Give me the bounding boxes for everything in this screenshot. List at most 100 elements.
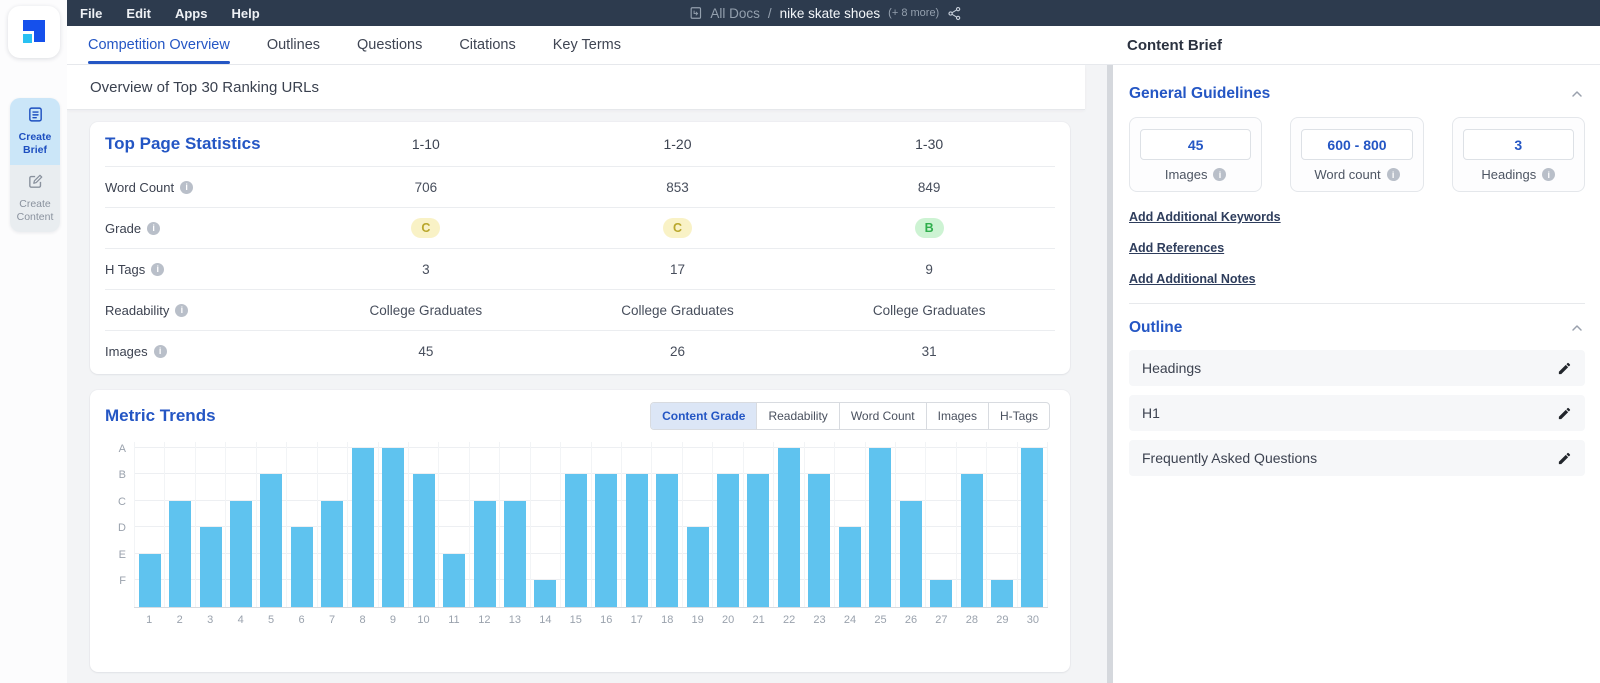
grade-bar-4-c[interactable] (230, 501, 252, 607)
rail-button-create-brief[interactable]: Create Brief (10, 98, 60, 165)
toggle-images[interactable]: Images (926, 403, 988, 429)
info-icon[interactable] (1213, 168, 1226, 181)
app-logo[interactable] (8, 6, 60, 58)
y-tick-e: E (119, 549, 126, 561)
page-title: Overview of Top 30 Ranking URLs (67, 65, 1085, 110)
grade-bar-27-f[interactable] (930, 580, 952, 607)
x-tick-17: 17 (622, 614, 652, 626)
bar-column-28 (957, 442, 987, 607)
guideline-value-word-count[interactable]: 600 - 800 (1301, 129, 1412, 160)
grade-bar-22-a[interactable] (778, 448, 800, 607)
rail-button-create-content[interactable]: Create Content (10, 165, 60, 232)
grade-bar-20-b[interactable] (717, 474, 739, 607)
menu-item-file[interactable]: File (80, 6, 102, 21)
toggle-readability[interactable]: Readability (756, 403, 838, 429)
x-tick-22: 22 (774, 614, 804, 626)
bar-column-11 (439, 442, 469, 607)
stat-label: Word Count (105, 180, 193, 195)
toggle-h-tags[interactable]: H-Tags (988, 403, 1049, 429)
grade-bar-10-b[interactable] (413, 474, 435, 607)
menu-item-edit[interactable]: Edit (126, 6, 151, 21)
tab-citations[interactable]: Citations (459, 26, 515, 64)
grade-bar-30-a[interactable] (1021, 448, 1043, 607)
outline-item-headings[interactable]: Headings (1129, 350, 1585, 386)
outline-item-h1[interactable]: H1 (1129, 395, 1585, 431)
breadcrumb-more-count[interactable]: (+ 8 more) (888, 7, 939, 19)
grade-bar-11-e[interactable] (443, 554, 465, 607)
grade-bar-18-b[interactable] (656, 474, 678, 607)
chevron-up-icon[interactable] (1569, 86, 1585, 102)
tab-questions[interactable]: Questions (357, 26, 422, 64)
grade-bar-7-c[interactable] (321, 501, 343, 607)
guideline-value-headings[interactable]: 3 (1463, 129, 1574, 160)
info-icon[interactable] (151, 263, 164, 276)
general-guidelines-header[interactable]: General Guidelines (1129, 85, 1585, 103)
guideline-card-word-count: 600 - 800Word count (1290, 117, 1423, 192)
link-add-additional-notes[interactable]: Add Additional Notes (1129, 272, 1585, 286)
breadcrumb-current[interactable]: nike skate shoes (780, 6, 881, 21)
stat-value-cell: 3 (300, 248, 552, 289)
outline-header[interactable]: Outline (1129, 319, 1585, 337)
grade-bar-26-c[interactable] (900, 501, 922, 607)
stat-value: 45 (418, 344, 433, 359)
menu-item-help[interactable]: Help (231, 6, 259, 21)
grade-bar-3-d[interactable] (200, 527, 222, 607)
breadcrumb-root[interactable]: All Docs (710, 6, 760, 21)
grade-bar-9-a[interactable] (382, 448, 404, 607)
grade-bar-16-b[interactable] (595, 474, 617, 607)
grade-bar-29-f[interactable] (991, 580, 1013, 607)
stat-value-cell: 31 (803, 330, 1055, 371)
info-icon[interactable] (180, 181, 193, 194)
stat-label: H Tags (105, 262, 164, 277)
grade-bar-5-b[interactable] (260, 474, 282, 607)
grade-bar-23-b[interactable] (808, 474, 830, 607)
share-icon[interactable] (947, 6, 962, 21)
grade-bar-2-c[interactable] (169, 501, 191, 607)
metric-toggle-group: Content GradeReadabilityWord CountImages… (650, 402, 1050, 430)
tab-competition-overview[interactable]: Competition Overview (88, 26, 230, 64)
guideline-value-images[interactable]: 45 (1140, 129, 1251, 160)
chevron-up-icon[interactable] (1569, 320, 1585, 336)
grade-bar-13-c[interactable] (504, 501, 526, 607)
grade-bar-1-e[interactable] (139, 554, 161, 607)
outline-item-frequently-asked-questions[interactable]: Frequently Asked Questions (1129, 440, 1585, 476)
link-add-additional-keywords[interactable]: Add Additional Keywords (1129, 210, 1585, 224)
grade-bar-8-a[interactable] (352, 448, 374, 607)
info-icon[interactable] (154, 345, 167, 358)
edit-pencil-icon[interactable] (1557, 361, 1572, 376)
link-add-references[interactable]: Add References (1129, 241, 1585, 255)
info-icon[interactable] (175, 304, 188, 317)
toggle-word-count[interactable]: Word Count (839, 403, 926, 429)
grade-bar-25-a[interactable] (869, 448, 891, 607)
grade-bar-12-c[interactable] (474, 501, 496, 607)
column-header-label: 1-20 (663, 136, 691, 152)
chart-y-axis: ABCDEF (108, 442, 134, 608)
edit-pencil-icon[interactable] (1557, 406, 1572, 421)
outline-item-label: Frequently Asked Questions (1142, 450, 1317, 466)
info-icon[interactable] (147, 222, 160, 235)
bar-column-12 (470, 442, 500, 607)
grade-bar-24-d[interactable] (839, 527, 861, 607)
x-tick-30: 30 (1018, 614, 1048, 626)
bar-column-3 (196, 442, 226, 607)
column-header-label: 1-30 (915, 136, 943, 152)
tab-key-terms[interactable]: Key Terms (553, 26, 621, 64)
grade-bar-28-b[interactable] (961, 474, 983, 607)
stat-value: 9 (925, 262, 933, 277)
grade-bar-19-d[interactable] (687, 527, 709, 607)
stat-value-cell: 706 (300, 166, 552, 207)
y-tick-a: A (119, 443, 126, 455)
toggle-content-grade[interactable]: Content Grade (651, 403, 756, 429)
menu-item-apps[interactable]: Apps (175, 6, 208, 21)
info-icon[interactable] (1542, 168, 1555, 181)
info-icon[interactable] (1387, 168, 1400, 181)
grade-bar-15-b[interactable] (565, 474, 587, 607)
grade-bar-14-f[interactable] (534, 580, 556, 607)
edit-pencil-icon[interactable] (1557, 451, 1572, 466)
x-tick-2: 2 (164, 614, 194, 626)
content-brief-panel: Content Brief General Guidelines 45Image… (1107, 26, 1600, 683)
grade-bar-21-b[interactable] (747, 474, 769, 607)
grade-bar-6-d[interactable] (291, 527, 313, 607)
tab-outlines[interactable]: Outlines (267, 26, 320, 64)
grade-bar-17-b[interactable] (626, 474, 648, 607)
